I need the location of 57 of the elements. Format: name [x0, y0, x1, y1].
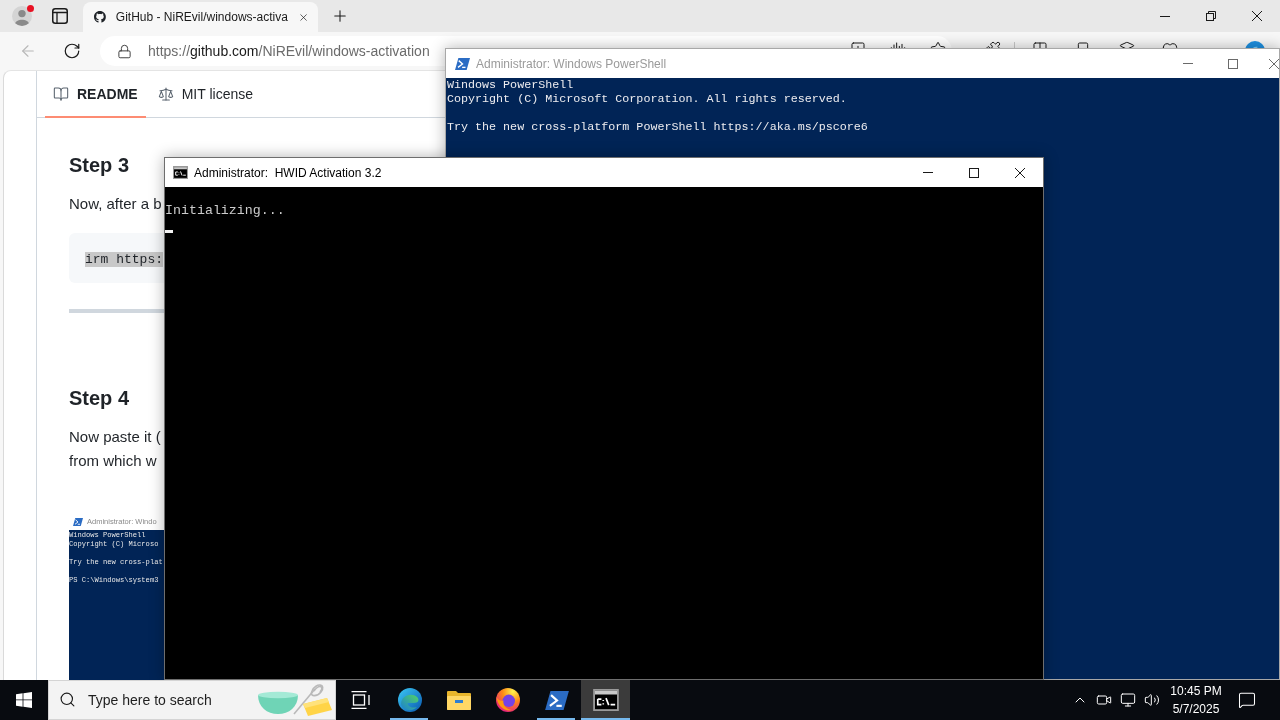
star-icon[interactable] [930, 41, 946, 48]
scale-icon [157, 85, 174, 102]
edge-icon [397, 688, 422, 712]
windows-logo-icon[interactable] [16, 692, 32, 708]
close-icon[interactable] [1015, 167, 1025, 178]
restore-icon[interactable] [1206, 11, 1216, 21]
section-heading: Step 4 [69, 386, 130, 411]
split-screen-icon[interactable] [1032, 41, 1048, 48]
minimize-icon[interactable] [1160, 15, 1170, 17]
book-icon [53, 85, 69, 102]
code-text: irm https: [85, 252, 163, 267]
avatar-icon[interactable] [12, 6, 32, 26]
audio-lines-icon[interactable] [890, 41, 906, 48]
window-title: Administrator: Windows PowerShell [476, 56, 667, 71]
clock-date[interactable]: 5/7/2025 [1172, 700, 1220, 718]
close-icon[interactable] [1252, 11, 1262, 21]
terminal-icon [173, 166, 188, 179]
notification-icon[interactable] [1238, 691, 1256, 709]
clock-time[interactable]: 10:45 PM [1170, 682, 1222, 700]
network-icon[interactable] [1120, 692, 1136, 708]
new-tab-icon[interactable] [331, 7, 349, 25]
console-line: Initializing... [165, 204, 285, 218]
console-line: Try the new cross-platform PowerShell https://aka.ms/pscore6 [447, 120, 868, 134]
github-logo-icon [94, 9, 106, 25]
maximize-icon[interactable] [969, 167, 979, 178]
search-field[interactable]: Type here to search [48, 680, 336, 720]
bowl-and-whisk-icon [257, 683, 333, 717]
firefox-icon [495, 688, 520, 712]
layers-icon[interactable] [1119, 41, 1135, 48]
camera-icon[interactable] [1096, 692, 1112, 708]
powershell-icon [73, 517, 83, 526]
tab-actions-icon[interactable] [52, 8, 68, 24]
url-text: https://github.com/NiREvil/windows-activation [148, 43, 430, 59]
readme-tab[interactable]: MIT license [149, 71, 261, 118]
volume-icon[interactable] [1144, 692, 1160, 708]
square-plus-icon[interactable] [850, 41, 866, 48]
window-title: Administrator: HWID Activation 3.2 [194, 165, 382, 180]
lock-icon[interactable] [117, 43, 132, 59]
terminal-icon [592, 689, 619, 711]
powershell-icon [544, 690, 569, 710]
puzzle-icon[interactable] [985, 41, 1001, 48]
terminal-taskbar-button[interactable] [581, 680, 630, 720]
paragraph: Now, after a b [69, 194, 162, 214]
search-icon [59, 691, 76, 708]
powershell-icon [455, 57, 470, 70]
tab-title: GitHub - NiREvil/windows-activa [115, 10, 288, 24]
browser-tab[interactable]: GitHub - NiREvil/windows-activa [83, 2, 318, 32]
console-line: Copyright (C) Microsoft Corporation. All rights reserved. [447, 92, 847, 106]
paragraph: Now paste it ( from which w [69, 427, 161, 471]
section-heading: Step 3 [69, 153, 130, 178]
refresh-icon[interactable] [63, 42, 81, 60]
console-line: Windows PowerShell [447, 78, 574, 92]
heart-icon[interactable] [1162, 41, 1178, 48]
task-view-icon [350, 691, 371, 709]
bookmark-icon[interactable] [1075, 41, 1091, 48]
readme-tab[interactable]: README [45, 71, 146, 118]
folder-icon [446, 690, 471, 710]
